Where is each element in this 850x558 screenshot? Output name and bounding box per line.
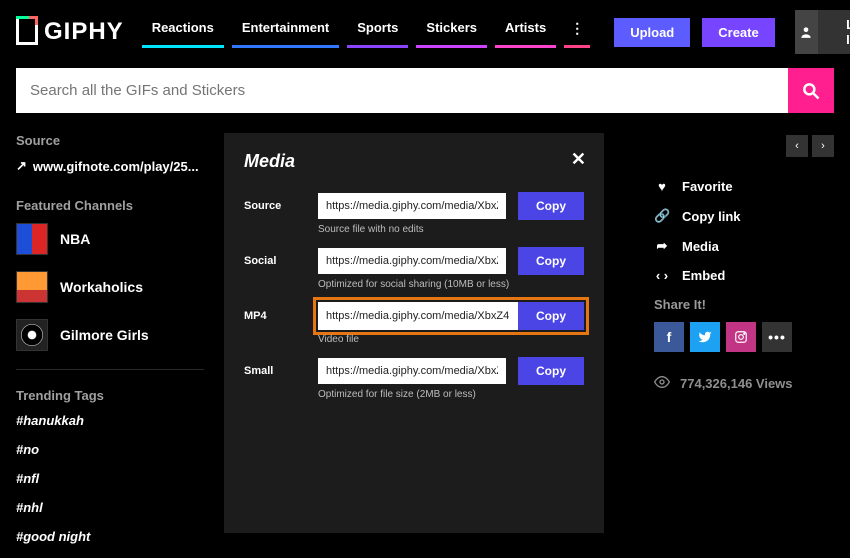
featured-heading: Featured Channels xyxy=(16,198,204,213)
channel-thumb-icon xyxy=(16,271,48,303)
copy-button[interactable]: Copy xyxy=(518,302,584,330)
media-row-social: Social Copy xyxy=(244,247,584,275)
channel-name: Gilmore Girls xyxy=(60,327,149,343)
media-desc: Video file xyxy=(318,334,584,345)
action-label: Embed xyxy=(682,268,725,283)
chevron-left-icon: ‹ xyxy=(795,140,799,152)
login-button[interactable]: Log In xyxy=(818,10,850,54)
code-icon: ‹ › xyxy=(654,268,670,283)
media-label: MP4 xyxy=(244,310,306,322)
create-button[interactable]: Create xyxy=(702,18,774,47)
tag-hanukkah[interactable]: #hanukkah xyxy=(16,413,204,428)
search-bar xyxy=(16,68,834,113)
close-icon[interactable]: ✕ xyxy=(571,149,586,170)
media-label: Source xyxy=(244,200,306,212)
main-nav: Reactions Entertainment Sports Stickers … xyxy=(142,16,591,48)
prev-button[interactable]: ‹ xyxy=(786,135,808,157)
media-url-input[interactable] xyxy=(318,302,518,330)
tag-good-night[interactable]: #good night xyxy=(16,529,204,544)
nav-reactions[interactable]: Reactions xyxy=(142,16,224,48)
tag-nfl[interactable]: #nfl xyxy=(16,471,204,486)
next-button[interactable]: › xyxy=(812,135,834,157)
channel-name: NBA xyxy=(60,231,90,247)
media-label: Small xyxy=(244,365,306,377)
channel-nba[interactable]: NBA xyxy=(16,223,204,255)
media-url-input[interactable] xyxy=(318,193,506,219)
action-copy-link[interactable]: 🔗 Copy link xyxy=(654,208,834,224)
share-instagram[interactable] xyxy=(726,322,756,352)
share-facebook[interactable]: f xyxy=(654,322,684,352)
channel-thumb-icon xyxy=(16,223,48,255)
media-desc: Optimized for file size (2MB or less) xyxy=(318,389,584,400)
media-url-input[interactable] xyxy=(318,248,506,274)
divider xyxy=(16,369,204,370)
media-row-source: Source Copy xyxy=(244,192,584,220)
avatar-icon[interactable] xyxy=(795,10,818,54)
source-heading: Source xyxy=(16,133,204,148)
channel-name: Workaholics xyxy=(60,279,143,295)
right-sidebar: ‹ › ♥ Favorite 🔗 Copy link ➦ Media ‹ › E… xyxy=(654,133,834,558)
search-button[interactable] xyxy=(788,68,834,113)
twitter-icon xyxy=(698,330,712,344)
nav-sports[interactable]: Sports xyxy=(347,16,408,48)
nav-artists[interactable]: Artists xyxy=(495,16,556,48)
action-label: Media xyxy=(682,239,719,254)
media-row-mp4: MP4 Copy xyxy=(244,302,584,330)
copy-button[interactable]: Copy xyxy=(518,192,584,220)
giphy-logo-icon xyxy=(16,19,38,45)
media-desc: Optimized for social sharing (10MB or le… xyxy=(318,279,584,290)
media-url-input[interactable] xyxy=(318,358,506,384)
tag-no[interactable]: #no xyxy=(16,442,204,457)
pager: ‹ › xyxy=(654,135,834,157)
search-icon xyxy=(801,81,821,101)
media-desc: Source file with no edits xyxy=(318,224,584,235)
source-link[interactable]: ↗ www.gifnote.com/play/25... xyxy=(16,158,204,174)
share-icon: ➦ xyxy=(654,238,670,254)
copy-button[interactable]: Copy xyxy=(518,247,584,275)
view-count: 774,326,146 Views xyxy=(654,374,834,393)
share-heading: Share It! xyxy=(654,297,834,312)
chevron-right-icon: › xyxy=(821,140,825,152)
nav-stickers[interactable]: Stickers xyxy=(416,16,487,48)
media-panel: Media ✕ Source Copy Source file with no … xyxy=(224,133,604,533)
upload-button[interactable]: Upload xyxy=(614,18,690,47)
more-icon: ••• xyxy=(768,329,786,345)
channel-thumb-icon xyxy=(16,319,48,351)
heart-icon: ♥ xyxy=(654,179,670,194)
action-embed[interactable]: ‹ › Embed xyxy=(654,268,834,283)
mp4-copy-highlight: Copy xyxy=(318,302,584,330)
action-label: Copy link xyxy=(682,209,741,224)
share-more[interactable]: ••• xyxy=(762,322,792,352)
share-row: f ••• xyxy=(654,322,834,352)
channel-gilmore-girls[interactable]: Gilmore Girls xyxy=(16,319,204,351)
action-favorite[interactable]: ♥ Favorite xyxy=(654,179,834,194)
external-link-icon: ↗ xyxy=(16,158,27,174)
trending-heading: Trending Tags xyxy=(16,388,204,403)
nav-more-icon[interactable]: ⋮ xyxy=(564,16,590,48)
login-area: Log In xyxy=(795,10,850,54)
logo[interactable]: GIPHY xyxy=(16,18,124,46)
eye-icon xyxy=(654,374,670,393)
brand-text: GIPHY xyxy=(44,18,124,46)
search-input[interactable] xyxy=(16,68,788,113)
copy-button[interactable]: Copy xyxy=(518,357,584,385)
nav-entertainment[interactable]: Entertainment xyxy=(232,16,339,48)
panel-title: Media xyxy=(244,151,584,172)
media-row-small: Small Copy xyxy=(244,357,584,385)
header: GIPHY Reactions Entertainment Sports Sti… xyxy=(0,0,850,62)
media-label: Social xyxy=(244,255,306,267)
instagram-icon xyxy=(734,330,748,344)
action-label: Favorite xyxy=(682,179,733,194)
tag-nhl[interactable]: #nhl xyxy=(16,500,204,515)
share-twitter[interactable] xyxy=(690,322,720,352)
view-count-text: 774,326,146 Views xyxy=(680,376,793,391)
source-url: www.gifnote.com/play/25... xyxy=(33,159,199,174)
link-icon: 🔗 xyxy=(654,208,670,224)
action-media[interactable]: ➦ Media xyxy=(654,238,834,254)
channel-workaholics[interactable]: Workaholics xyxy=(16,271,204,303)
left-sidebar: Source ↗ www.gifnote.com/play/25... Feat… xyxy=(16,133,204,558)
facebook-icon: f xyxy=(667,329,672,345)
